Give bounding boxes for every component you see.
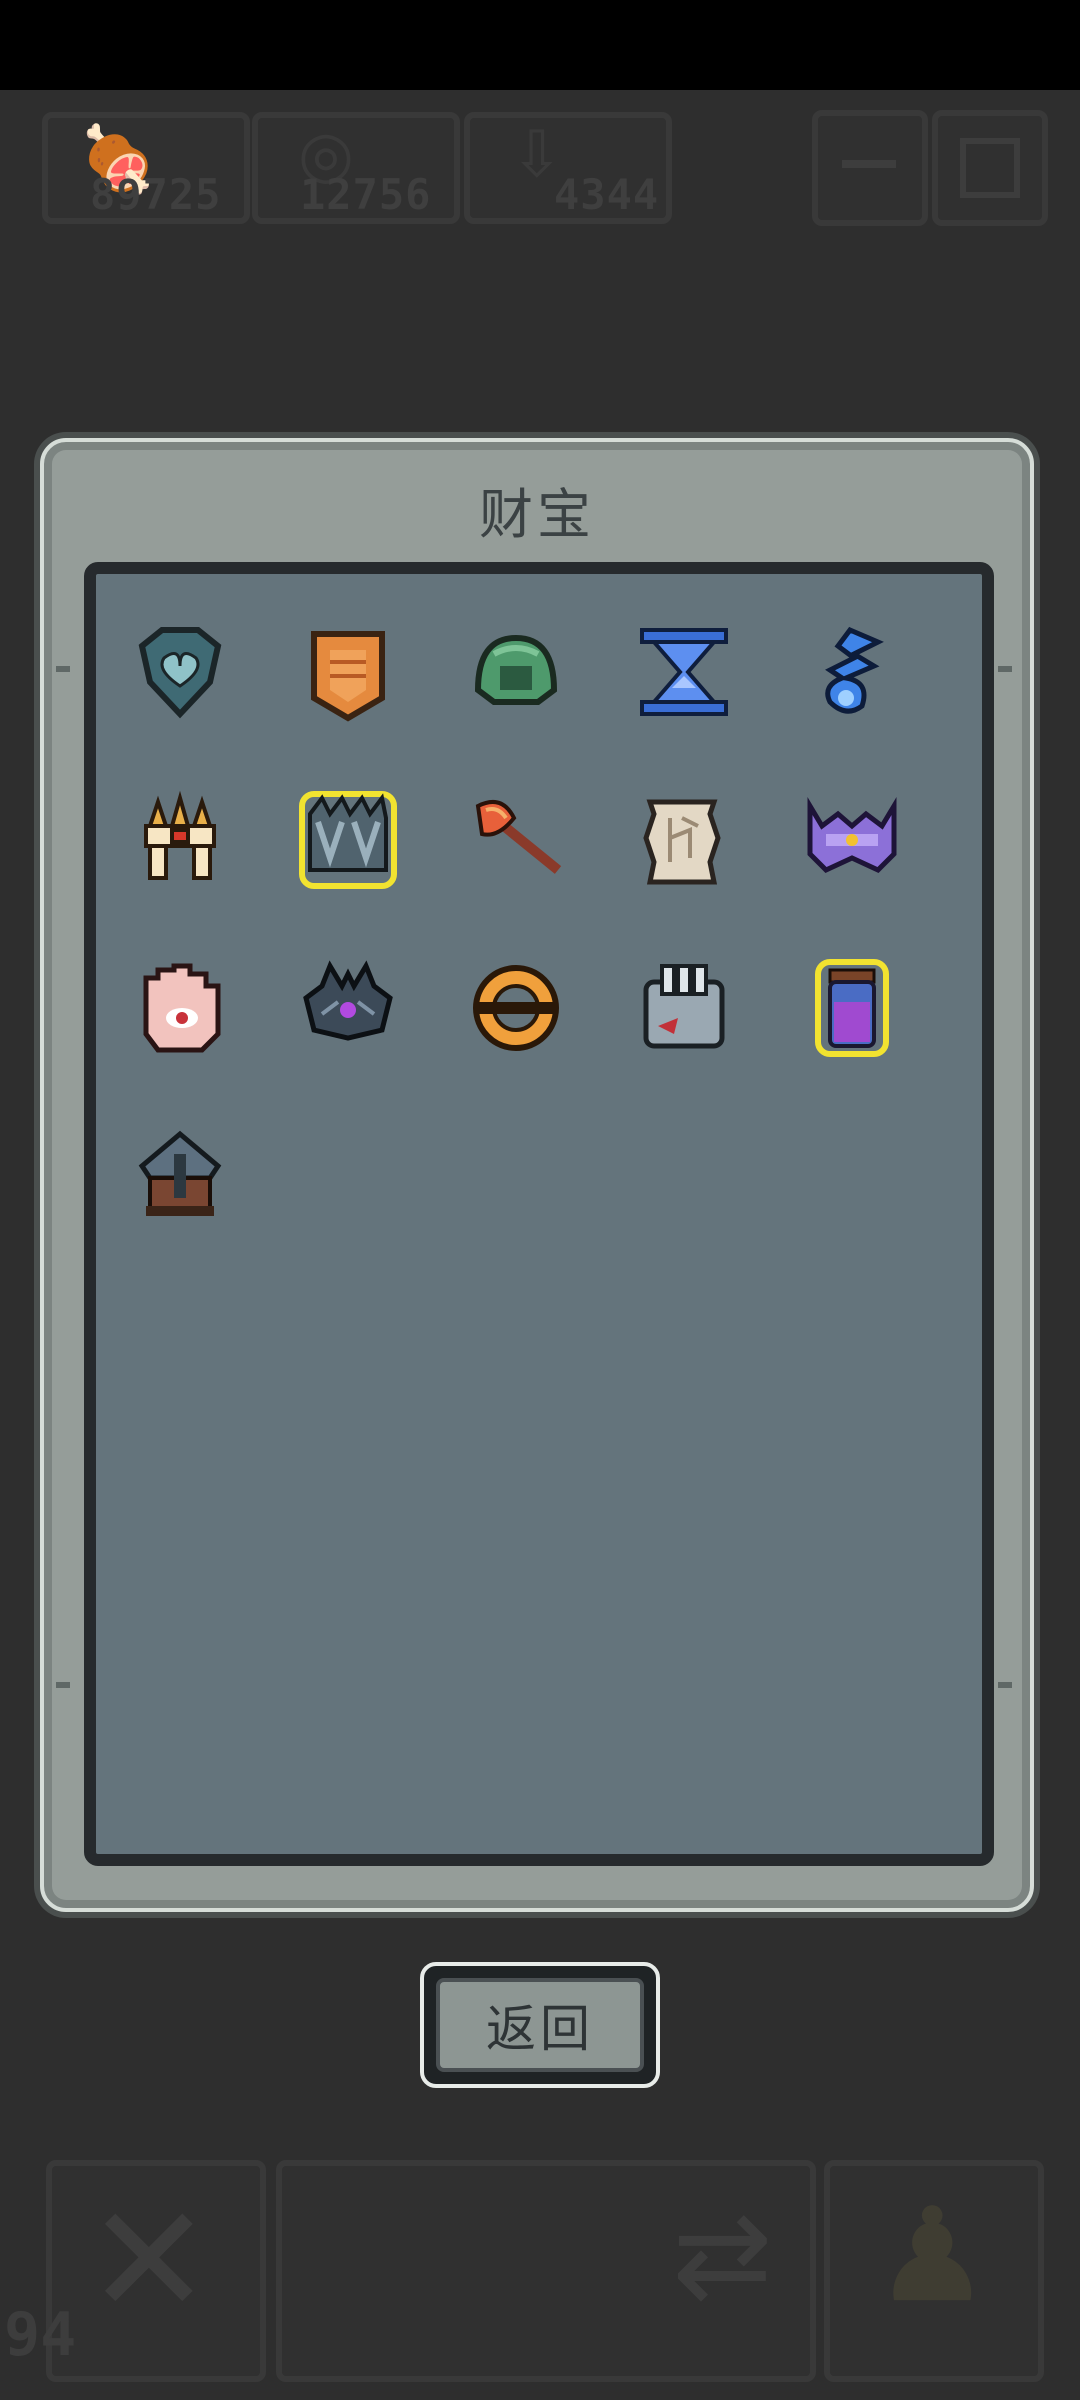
level-number: 94 xyxy=(4,2300,77,2370)
fire-axe-icon xyxy=(475,800,562,874)
dialog-title: 财宝 xyxy=(479,483,595,546)
rune-scroll-icon xyxy=(643,799,721,885)
settings-button[interactable] xyxy=(932,110,1048,226)
treasure-orange-armor[interactable] xyxy=(298,622,466,790)
swap-icon: ⇄ xyxy=(672,2186,773,2325)
panel-notch xyxy=(56,1682,70,1688)
hourglass-icon xyxy=(640,628,728,716)
treasure-purple-crown[interactable] xyxy=(802,790,970,958)
blue-spirit-icon xyxy=(825,626,884,714)
steel-gauntlets-icon xyxy=(299,791,397,889)
settings-icon xyxy=(960,138,1020,198)
treasure-heart-gem[interactable] xyxy=(130,622,298,790)
stone-fist-icon xyxy=(643,964,725,1049)
back-button[interactable]: 返回 xyxy=(420,1962,660,2088)
orange-armor-icon xyxy=(311,631,385,722)
treasure-golden-ring[interactable] xyxy=(466,958,634,1126)
treasure-stone-fist[interactable] xyxy=(634,958,802,1126)
treasure-purple-potion[interactable] xyxy=(802,958,970,1126)
treasure-blue-spirit[interactable] xyxy=(802,622,970,790)
iron-helmet-icon xyxy=(138,1130,222,1216)
eye-palm-icon xyxy=(143,963,221,1053)
treasure-grid xyxy=(130,622,970,1294)
menu-icon xyxy=(842,160,896,168)
resource-meat-value: 89725 xyxy=(90,170,222,219)
resource-ring-value: 12756 xyxy=(300,170,432,219)
treasure-dark-crown[interactable] xyxy=(298,958,466,1126)
treasure-green-helmet[interactable] xyxy=(466,622,634,790)
crossed-swords-icon: ✕ xyxy=(86,2174,212,2348)
battle-button[interactable]: ✕ xyxy=(46,2160,266,2382)
treasure-fire-axe[interactable] xyxy=(466,790,634,958)
golden-ring-icon xyxy=(473,965,559,1051)
menu-button[interactable] xyxy=(812,110,928,226)
green-helmet-icon xyxy=(474,634,558,705)
resource-arrow-value: 4344 xyxy=(554,170,660,219)
treasure-eye-palm[interactable] xyxy=(130,958,298,1126)
treasure-iron-helmet[interactable] xyxy=(130,1126,298,1294)
treasure-rune-scroll[interactable] xyxy=(634,790,802,958)
panel-notch xyxy=(56,666,70,672)
panel-notch xyxy=(998,666,1012,672)
dark-crown-icon xyxy=(303,960,393,1041)
treasure-golden-claws[interactable] xyxy=(130,790,298,958)
back-button-label: 返回 xyxy=(436,1978,644,2072)
swap-panel[interactable]: ⇄ xyxy=(276,2160,816,2382)
treasure-hourglass[interactable] xyxy=(634,622,802,790)
heart-gem-icon xyxy=(138,627,222,719)
purple-potion-icon xyxy=(815,959,889,1057)
character-icon: ♟ xyxy=(874,2179,991,2331)
panel-notch xyxy=(998,1682,1012,1688)
treasure-steel-gauntlets[interactable] xyxy=(298,790,466,958)
character-button[interactable]: ♟ xyxy=(824,2160,1044,2382)
golden-claws-icon xyxy=(144,790,216,880)
purple-crown-icon xyxy=(807,796,897,874)
